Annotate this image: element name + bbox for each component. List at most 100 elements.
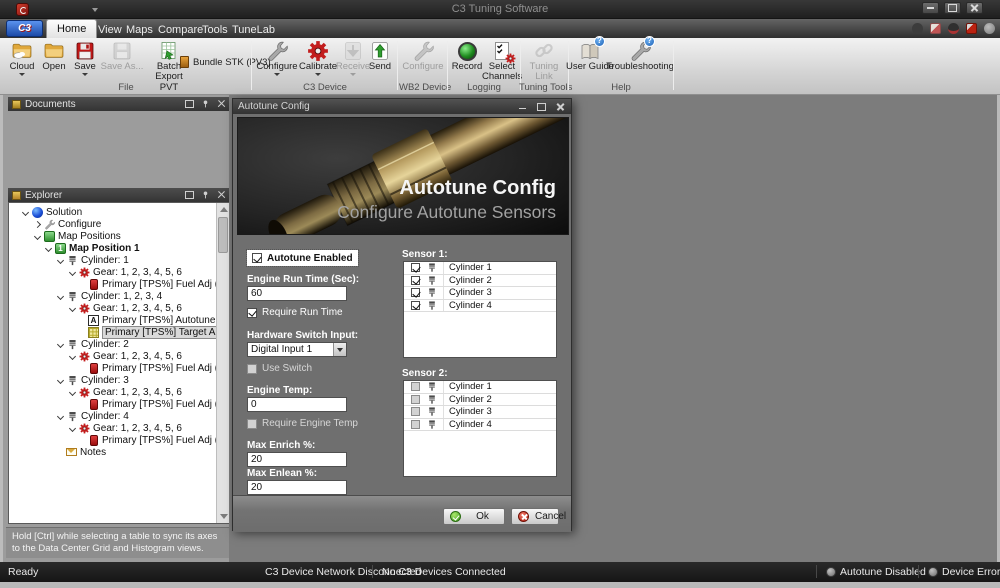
checkbox-icon[interactable] [411,288,420,297]
tree-item-cylinder[interactable]: Cylinder: 1, 2, 3, 4 [9,290,229,302]
checkbox-icon[interactable] [247,419,257,429]
tree-item-cylinder[interactable]: Cylinder: 3 [9,374,229,386]
sensor1-cylinder-4[interactable]: Cylinder 4 [404,300,556,313]
documents-panel-titlebar: Documents [8,97,230,111]
sensor2-cylinder-1[interactable]: Cylinder 1 [404,381,556,394]
use-switch-checkbox[interactable]: Use Switch [247,363,312,374]
checkbox-icon[interactable] [411,276,420,285]
tree-item-target-airfuel[interactable]: Primary [TPS%] Target Air/Fuel (AFR) [9,326,229,338]
tree-item-gear[interactable]: Gear: 1, 2, 3, 4, 5, 6 [9,350,229,362]
tree-item-gear[interactable]: Gear: 1, 2, 3, 4, 5, 6 [9,302,229,314]
autotune-enabled-checkbox[interactable]: Autotune Enabled [247,250,358,266]
sensor2-cylinder-2[interactable]: Cylinder 2 [404,394,556,407]
explorer-maximize-button[interactable] [184,191,194,200]
piston-icon [427,300,437,311]
cloud-label: Cloud [10,62,35,72]
social-icon-5[interactable] [984,23,995,34]
checkbox-icon[interactable] [247,364,257,374]
send-button[interactable]: Send [366,40,394,82]
tree-item-fuel-adj[interactable]: Primary [TPS%] Fuel Adj (%) [9,278,229,290]
explorer-scrollbar[interactable] [216,203,229,523]
tree-item-gear[interactable]: Gear: 1, 2, 3, 4, 5, 6 [9,386,229,398]
explorer-panel-titlebar: Explorer [8,188,230,202]
sensor2-label: Sensor 2: [402,368,448,379]
window-close-button[interactable] [966,2,983,14]
social-icon-1[interactable] [912,23,923,34]
sensor1-cylinder-3[interactable]: Cylinder 3 [404,287,556,300]
checkbox-icon[interactable] [247,308,257,318]
documents-close-button[interactable] [216,100,226,109]
record-button[interactable]: Record [451,40,483,82]
explorer-close-button[interactable] [216,191,226,200]
tree-item-fuel-adj[interactable]: Primary [TPS%] Fuel Adj (%) [9,434,229,446]
user-guide-button[interactable]: User Guide [572,40,608,82]
checkbox-icon[interactable] [411,420,420,429]
checkbox-icon[interactable] [411,407,420,416]
autotune-led-icon [826,567,836,577]
cancel-button[interactable]: Cancel [511,508,559,525]
window-maximize-button[interactable] [944,2,961,14]
tree-item-fuel-adj[interactable]: Primary [TPS%] Fuel Adj (%) [9,362,229,374]
receive-button: Receive [337,40,369,82]
tree-item-cylinder[interactable]: Cylinder: 4 [9,410,229,422]
tree-item-map-position-1[interactable]: Map Position 1 [9,242,229,254]
social-icon-3[interactable] [948,23,959,34]
tree-item-gear[interactable]: Gear: 1, 2, 3, 4, 5, 6 [9,422,229,434]
tab-tunelab[interactable]: TuneLab [222,21,285,38]
troubleshooting-button[interactable]: Troubleshooting [608,40,672,82]
documents-panel-title: Documents [25,99,76,110]
wrench-icon [44,219,55,230]
checkbox-icon[interactable] [252,253,262,263]
piston-icon [67,339,78,350]
dialog-close-button[interactable] [554,102,566,112]
group-label-logging: Logging [449,82,519,93]
dialog-maximize-button[interactable] [535,102,547,112]
require-run-time-checkbox[interactable]: Require Run Time [247,307,343,318]
engine-temp-input[interactable] [247,397,347,412]
ok-button[interactable]: Ok [443,508,505,525]
tree-item-notes[interactable]: Notes [9,446,229,458]
hardware-switch-select[interactable]: Digital Input 1 [247,342,347,357]
tree-item-cylinder[interactable]: Cylinder: 1 [9,254,229,266]
window-minimize-button[interactable] [922,2,939,14]
checkbox-icon[interactable] [411,263,420,272]
sensor1-cylinder-2[interactable]: Cylinder 2 [404,275,556,288]
max-enrich-input[interactable] [247,452,347,467]
bundle-chip-icon [180,56,189,68]
calibrate-button[interactable]: Calibrate [299,40,337,82]
social-icon-4[interactable] [966,23,977,34]
notes-icon [66,448,77,456]
checkbox-icon[interactable] [411,301,420,310]
documents-pin-button[interactable] [200,100,210,109]
tree-item-gear[interactable]: Gear: 1, 2, 3, 4, 5, 6 [9,266,229,278]
dialog-titlebar[interactable]: Autotune Config [233,99,571,114]
require-engine-temp-checkbox[interactable]: Require Engine Temp [247,418,358,429]
status-divider [816,565,817,578]
select-channels-button[interactable]: Select Channels [483,40,521,82]
save-button[interactable]: Save [70,40,100,82]
sensor2-cylinder-4[interactable]: Cylinder 4 [404,419,556,432]
tree-item-fuel-adj[interactable]: Primary [TPS%] Fuel Adj (%) [9,398,229,410]
max-enlean-input[interactable] [247,480,347,495]
tree-item-configure[interactable]: Configure [9,218,229,230]
dropdown-arrow-icon[interactable] [333,343,346,356]
engine-run-time-input[interactable] [247,286,347,301]
sensor1-cylinder-1[interactable]: Cylinder 1 [404,262,556,275]
tree-item-cylinder[interactable]: Cylinder: 2 [9,338,229,350]
explorer-pin-button[interactable] [200,191,210,200]
open-button[interactable]: Open [40,40,68,82]
sensor2-cylinder-3[interactable]: Cylinder 3 [404,406,556,419]
application-menu-button[interactable]: C3 [6,20,43,37]
documents-maximize-button[interactable] [184,100,194,109]
tree-item-autotune-trim[interactable]: Primary [TPS%] Autotune Trim (%) [9,314,229,326]
dialog-minimize-button[interactable] [516,102,528,112]
max-enlean-label: Max Enlean %: [247,468,317,479]
social-icon-2[interactable] [930,23,941,34]
cloud-button[interactable]: Cloud [6,40,38,82]
group-label-help: Help [570,82,672,93]
tree-item-solution[interactable]: Solution [9,206,229,218]
c3-configure-button[interactable]: Configure [256,40,298,82]
tree-item-map-positions[interactable]: Map Positions [9,230,229,242]
checkbox-icon[interactable] [411,395,420,404]
checkbox-icon[interactable] [411,382,420,391]
